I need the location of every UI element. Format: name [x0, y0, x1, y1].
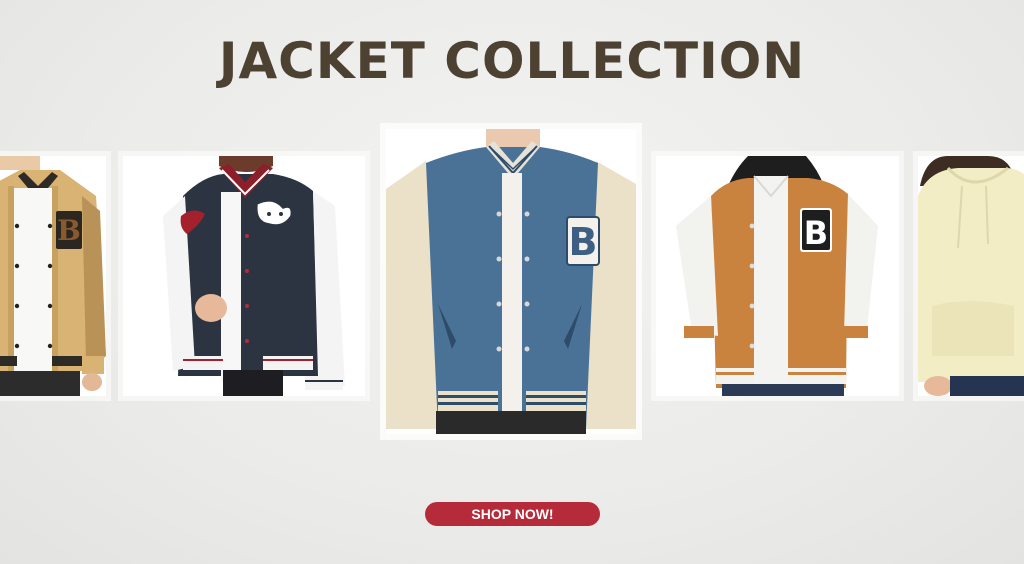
orange-jacket-patch-letter: B — [804, 214, 828, 252]
orange-jacket-image: B — [656, 156, 899, 396]
product-carousel: B B B — [0, 0, 1024, 564]
product-card-tan-jacket[interactable]: B — [0, 156, 106, 396]
product-card-blue-jacket[interactable]: B — [386, 129, 636, 434]
product-card-orange-jacket[interactable]: B — [656, 156, 899, 396]
tan-jacket-image: B — [0, 156, 106, 396]
product-card-navy-jacket[interactable] — [123, 156, 365, 396]
tan-jacket-patch-letter: B — [57, 214, 81, 247]
blue-jacket-patch-letter: B — [569, 220, 598, 264]
navy-jacket-image — [123, 156, 365, 396]
cream-hoodie-image — [918, 156, 1024, 396]
product-card-cream-hoodie[interactable] — [918, 156, 1024, 396]
shop-now-button[interactable]: SHOP NOW! — [425, 502, 600, 526]
blue-jacket-image: B — [386, 129, 636, 434]
